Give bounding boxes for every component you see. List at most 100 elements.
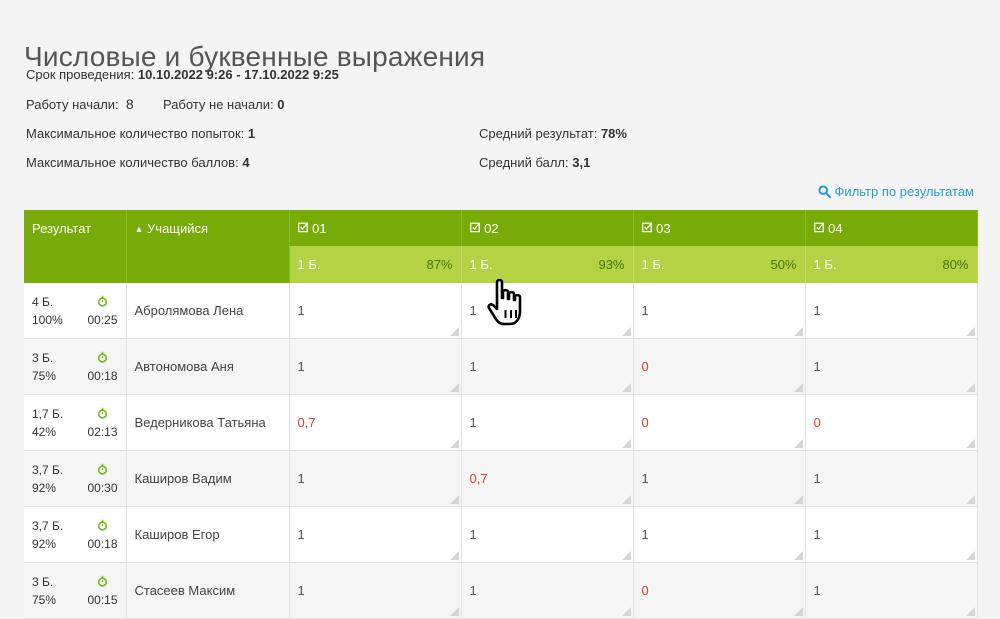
student-name[interactable]: Каширов Егор: [126, 506, 290, 563]
sort-asc-icon: ▲: [134, 224, 144, 234]
result-score: 3,7 Б.: [32, 462, 64, 477]
answer-cell[interactable]: 1: [461, 562, 634, 619]
corner-marker-icon: [793, 439, 803, 448]
question-header-01[interactable]: 01: [289, 210, 462, 246]
answer-cell[interactable]: 0,7: [461, 450, 634, 507]
answer-cell[interactable]: 1: [461, 394, 634, 451]
result-cell: 3 Б. 75% 00:15: [24, 562, 127, 619]
corner-marker-icon: [621, 495, 631, 504]
corner-marker-icon: [449, 439, 459, 448]
answer-cell[interactable]: 1: [461, 506, 634, 563]
started-label: Работу начали:: [26, 97, 119, 112]
answer-cell[interactable]: 1: [633, 450, 806, 507]
answer-cell[interactable]: 1: [633, 283, 806, 339]
answer-cell[interactable]: 0: [805, 394, 978, 451]
answer-score: 1: [813, 527, 821, 542]
timer-icon: [87, 295, 117, 310]
student-name[interactable]: Стасеев Максим: [126, 562, 290, 619]
answer-score: 1: [469, 303, 477, 318]
result-time: 00:18: [87, 368, 118, 383]
answer-cell[interactable]: 0,7: [289, 394, 462, 451]
corner-marker-icon: [449, 607, 459, 616]
corner-marker-icon: [621, 607, 631, 616]
answer-cell[interactable]: 0: [633, 394, 806, 451]
answer-cell[interactable]: 1: [289, 450, 462, 507]
timer-icon: [87, 407, 117, 422]
answer-score: 1: [297, 359, 305, 374]
student-name[interactable]: Автономова Аня: [126, 338, 290, 395]
student-name[interactable]: Ведерникова Татьяна: [126, 394, 290, 451]
table-row: 3,7 Б. 92% 00:30 Каширов Вадим 1 0,7 1 1: [24, 450, 978, 507]
answer-score: 1: [813, 471, 821, 486]
answer-score: 0: [813, 415, 821, 430]
result-percent: 100%: [32, 312, 63, 327]
result-cell: 3,7 Б. 92% 00:30: [24, 450, 127, 507]
checkbox-edit-icon: [297, 221, 313, 236]
period-value: 10.10.2022 9:26 - 17.10.2022 9:25: [137, 67, 339, 82]
result-time: 00:25: [87, 312, 118, 327]
started-info: Работу начали: 8 Работу не начали: 0: [26, 96, 285, 112]
hand-pointer-cursor-icon: [487, 278, 522, 326]
question-header-03[interactable]: 03: [633, 210, 806, 246]
corner-marker-icon: [965, 327, 975, 336]
answer-score: 1: [813, 583, 821, 598]
avg-result-label: Средний результат:: [479, 126, 598, 141]
result-percent: 42%: [32, 424, 57, 439]
result-score: 1,7 Б.: [32, 406, 64, 421]
answer-cell[interactable]: 0: [633, 338, 806, 395]
avg-score-label: Средний балл:: [479, 155, 569, 170]
answer-cell[interactable]: 0: [633, 562, 806, 619]
question-summary-04: 1 Б. 80%: [805, 246, 978, 283]
question-header-04[interactable]: 04: [805, 210, 978, 246]
answer-cell[interactable]: 1: [633, 506, 806, 563]
checkbox-edit-icon: [641, 221, 657, 236]
answer-score: 1: [469, 583, 477, 598]
answer-cell[interactable]: 1: [289, 562, 462, 619]
answer-score: 0: [641, 583, 649, 598]
corner-marker-icon: [621, 383, 631, 392]
filter-label: Фильтр по результатам: [834, 184, 974, 199]
corner-marker-icon: [449, 383, 459, 392]
corner-marker-icon: [793, 607, 803, 616]
answer-cell[interactable]: 1: [805, 450, 978, 507]
not-started-value: 0: [277, 97, 285, 112]
result-cell: 1,7 Б. 42% 02:13: [24, 394, 127, 451]
period-label: Срок проведения:: [26, 67, 135, 82]
checkbox-edit-icon: [469, 221, 485, 236]
answer-cell[interactable]: 1: [289, 506, 462, 563]
corner-marker-icon: [621, 439, 631, 448]
answer-cell[interactable]: 1: [805, 562, 978, 619]
answer-score: 0: [641, 415, 649, 430]
corner-marker-icon: [449, 495, 459, 504]
col-student-header[interactable]: ▲ Учащийся: [126, 210, 290, 283]
answer-cell[interactable]: 1: [805, 506, 978, 563]
question-header-02[interactable]: 02: [461, 210, 634, 246]
answer-cell[interactable]: 1: [461, 338, 634, 395]
col-result-header[interactable]: Результат: [24, 210, 127, 283]
result-time: 00:18: [87, 536, 118, 551]
answer-score: 1: [297, 527, 305, 542]
answer-cell[interactable]: 1: [805, 283, 978, 339]
corner-marker-icon: [449, 327, 459, 336]
answer-cell[interactable]: 1: [805, 338, 978, 395]
student-name[interactable]: Каширов Вадим: [126, 450, 290, 507]
corner-marker-icon: [449, 551, 459, 560]
corner-marker-icon: [793, 495, 803, 504]
answer-cell[interactable]: 1: [289, 338, 462, 395]
result-score: 3 Б.: [32, 574, 54, 589]
avg-result-value: 78%: [600, 126, 627, 141]
filter-results-link[interactable]: Фильтр по результатам: [817, 184, 974, 199]
checkbox-edit-icon: [813, 221, 829, 236]
answer-cell[interactable]: 1: [289, 283, 462, 339]
answer-score: 1: [469, 527, 477, 542]
table-row: 1,7 Б. 42% 02:13 Ведерникова Татьяна 0,7 1 0 0: [24, 394, 978, 451]
student-name[interactable]: Абролямова Лена: [126, 283, 290, 339]
corner-marker-icon: [965, 495, 975, 504]
started-value: 8: [125, 96, 134, 112]
corner-marker-icon: [793, 327, 803, 336]
answer-score: 1: [641, 527, 649, 542]
answer-score: 1: [297, 303, 305, 318]
result-cell: 4 Б. 100% 00:25: [24, 283, 127, 339]
max-attempts-label: Максимальное количество попыток:: [26, 126, 245, 141]
results-table: Результат ▲ Учащийся 01 02 03 04 1 Б. 87…: [24, 210, 978, 619]
